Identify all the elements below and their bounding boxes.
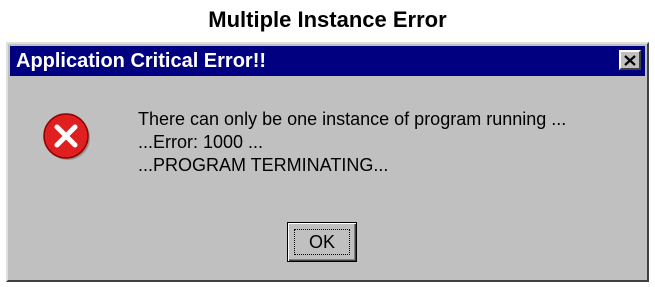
error-icon — [42, 112, 92, 162]
close-icon — [624, 54, 636, 66]
dialog-title: Application Critical Error!! — [16, 50, 267, 72]
ok-button[interactable]: OK — [287, 222, 357, 262]
ok-button-label: OK — [294, 229, 350, 255]
error-message: There can only be one instance of progra… — [138, 108, 566, 177]
error-dialog: Application Critical Error!! There can o… — [6, 42, 649, 282]
message-line: ...PROGRAM TERMINATING... — [138, 155, 389, 175]
message-line: There can only be one instance of progra… — [138, 109, 567, 129]
message-line: ...Error: 1000 ... — [138, 132, 264, 152]
dialog-titlebar[interactable]: Application Critical Error!! — [10, 46, 645, 76]
close-button[interactable] — [619, 50, 641, 70]
page-caption: Multiple Instance Error — [208, 7, 447, 32]
